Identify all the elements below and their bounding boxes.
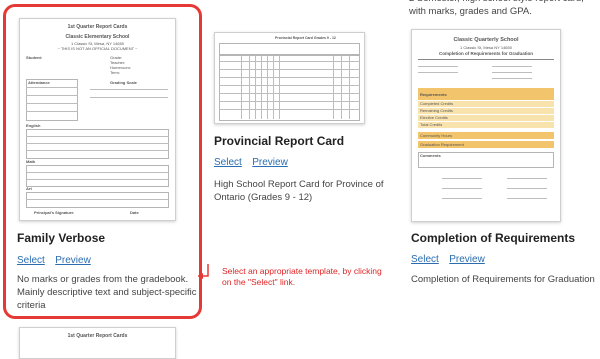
thumb-req-exams: Graduation Requirement (420, 142, 464, 147)
thumb-req-address: 1 Classic St, Mesa NY 14650 (460, 45, 512, 50)
preview-link-provincial[interactable]: Preview (252, 157, 288, 168)
card-title-completion: Completion of Requirements (411, 231, 576, 245)
thumb-req-remaining: Remaining Credits (420, 108, 453, 113)
family-verbose-thumbnail[interactable]: 1st Quarter Report Cards Classic Element… (19, 18, 176, 221)
thumb-english: English (26, 123, 41, 128)
next-template-thumbnail[interactable]: 1st Quarter Report Cards (19, 327, 176, 359)
thumb-attendance-table (26, 79, 78, 121)
thumb-req-community: Community Hours (420, 133, 453, 138)
thumb-grading-scale: Grading Scale (110, 80, 137, 85)
thumb-req-completed: Completed Credits (420, 101, 454, 106)
thumb-date: Date (130, 210, 139, 215)
thumb-req-heading: Completion of Requirements for Graduatio… (438, 51, 533, 56)
thumb-req-school: Classic Quarterly School (453, 37, 519, 43)
thumb-req-total: Total Credits (420, 122, 443, 127)
thumb-school: Classic Elementary School (65, 34, 130, 40)
completion-requirements-thumbnail[interactable]: Classic Quarterly School 1 Classic St, M… (411, 29, 561, 222)
instruction-callout: Select an appropriate template, by click… (222, 266, 382, 287)
provincial-report-card-thumbnail[interactable]: Provincial Report Card Grades 9 - 12 (214, 32, 365, 124)
thumb-attendance-label: Attendance (28, 80, 50, 85)
card-description-family-verbose: No marks or grades from the gradebook. M… (17, 274, 197, 311)
select-link-provincial[interactable]: Select (214, 157, 242, 168)
card-description-provincial: High School Report Card for Province of … (214, 179, 384, 203)
card-links-family-verbose: Select Preview (17, 250, 97, 268)
thumb-student-label: Student: (26, 55, 43, 60)
card-title-provincial: Provincial Report Card (214, 134, 345, 148)
card-title-family-verbose: Family Verbose (17, 231, 106, 245)
card-description-completion: Completion of Requirements for Graduatio… (411, 274, 595, 285)
card-links-completion: Select Preview (411, 249, 491, 267)
previous-template-description: 2 Semester, high school style report car… (409, 0, 584, 17)
thumb-req-elective: Elective Credits (420, 115, 448, 120)
preview-link-completion[interactable]: Preview (449, 254, 485, 265)
select-link-family-verbose[interactable]: Select (17, 255, 45, 266)
thumb-principal: Principal's Signature (34, 210, 74, 215)
thumb-term-label: Term: (110, 70, 120, 75)
thumb-art: Art (26, 186, 32, 191)
preview-link-family-verbose[interactable]: Preview (55, 255, 91, 266)
thumb-provincial-heading: Provincial Report Card Grades 9 - 12 (275, 36, 336, 40)
thumb-heading: 1st Quarter Report Cards (67, 24, 128, 30)
thumb-req-requirements: Requirements (420, 92, 447, 97)
card-links-provincial: Select Preview (214, 152, 294, 170)
thumb-req-comments: Comments (420, 153, 441, 158)
next-thumb-heading: 1st Quarter Report Cards (67, 333, 128, 339)
select-link-completion[interactable]: Select (411, 254, 439, 265)
thumb-math: Math (26, 159, 36, 164)
thumb-notice: ~ THIS IS NOT AN OFFICIAL DOCUMENT ~ (57, 46, 138, 51)
callout-pointer (198, 264, 209, 279)
